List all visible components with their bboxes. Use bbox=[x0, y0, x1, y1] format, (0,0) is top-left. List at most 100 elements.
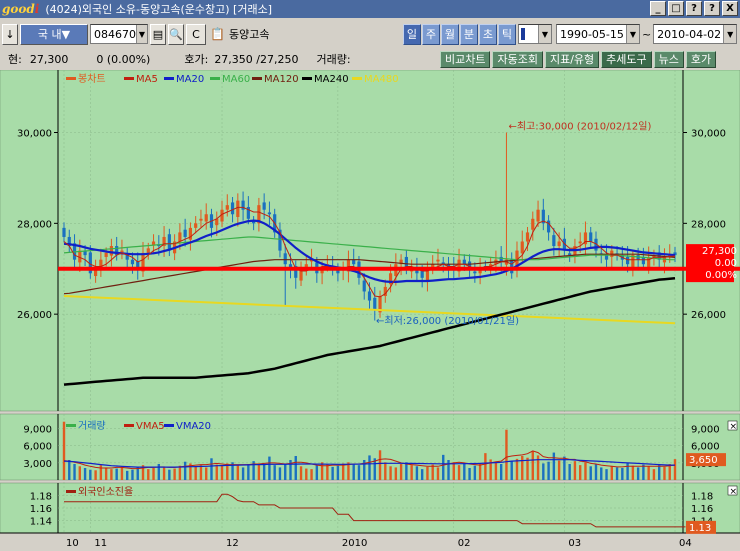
price-legend-label: 봉차트 bbox=[78, 73, 106, 85]
volume-bar bbox=[268, 456, 271, 480]
candle-body bbox=[194, 223, 198, 228]
x-month-label: 2010 bbox=[342, 538, 367, 549]
volume-bar bbox=[673, 459, 677, 480]
down-arrow-button[interactable]: ↓ bbox=[2, 23, 18, 45]
volume-legend-swatch bbox=[164, 424, 174, 427]
c-button[interactable]: C bbox=[186, 23, 206, 45]
volume-bar bbox=[584, 462, 587, 480]
price-legend-label: MA480 bbox=[364, 74, 399, 85]
tab-second[interactable]: 초 bbox=[478, 23, 497, 45]
tab-trend-tool[interactable]: 추세도구 bbox=[601, 50, 652, 68]
volume-bar bbox=[552, 452, 556, 480]
volume-bar bbox=[315, 465, 319, 480]
volume-bar bbox=[104, 467, 108, 480]
volume-bar bbox=[657, 465, 661, 480]
volume-bar bbox=[368, 455, 371, 480]
volume-bar bbox=[236, 465, 240, 480]
chevron-down-icon[interactable]: ▼ bbox=[136, 25, 147, 43]
search-icon[interactable]: 🔍 bbox=[168, 23, 184, 45]
volume-bar bbox=[573, 461, 577, 480]
foreign-legend-label: 외국인소진율 bbox=[78, 486, 133, 498]
volume-bar bbox=[631, 465, 635, 480]
candle-body bbox=[367, 291, 372, 301]
quote-row: 현: 27,300 0 (0.00%) 호가: 27,350 /27,250 거… bbox=[0, 50, 740, 68]
volume-tick-label-left: 9,000 bbox=[23, 425, 52, 436]
candle-body bbox=[473, 271, 477, 274]
market-select[interactable]: 국 내▼ bbox=[20, 23, 88, 45]
tab-indicator[interactable]: 지표/유형 bbox=[544, 50, 600, 68]
volume-bar bbox=[494, 461, 498, 480]
chevron-down-icon[interactable]: ▼ bbox=[625, 25, 639, 43]
volume-bar bbox=[468, 468, 471, 480]
start-date-input[interactable]: 1990-05-15 ▼ bbox=[555, 24, 640, 44]
chevron-down-icon[interactable]: ▼ bbox=[537, 25, 551, 43]
close-icon: × bbox=[730, 422, 738, 432]
help-button[interactable]: ? bbox=[686, 1, 702, 16]
volume-bar bbox=[120, 466, 124, 480]
grid-icon[interactable]: ▤ bbox=[150, 23, 166, 45]
volume-bar bbox=[110, 469, 113, 480]
candle-body bbox=[178, 232, 182, 242]
x-axis-band bbox=[0, 533, 740, 551]
period-count-input[interactable]: ▼ bbox=[517, 24, 552, 44]
current-value: 27,300 bbox=[29, 52, 69, 66]
tab-auto-query[interactable]: 자동조회 bbox=[492, 50, 543, 68]
tab-compare-chart[interactable]: 비교차트 bbox=[440, 50, 491, 68]
end-date-input[interactable]: 2010-04-02 ▼ bbox=[653, 24, 738, 44]
volume-bar bbox=[594, 464, 598, 480]
price-tick-label-left: 26,000 bbox=[17, 310, 52, 321]
tab-minute[interactable]: 분 bbox=[459, 23, 478, 45]
volume-bar bbox=[610, 466, 613, 480]
volume-bar bbox=[136, 467, 139, 480]
chevron-down-icon[interactable]: ▼ bbox=[723, 25, 737, 43]
volume-bar bbox=[478, 463, 482, 480]
candle-body bbox=[362, 280, 366, 292]
stock-chart[interactable]: 26,000 26,000 28,000 28,000 30,000 30,000 10 11… bbox=[0, 70, 740, 551]
candle-body bbox=[236, 200, 240, 217]
volume-bar bbox=[463, 462, 466, 480]
volume-bar bbox=[241, 467, 245, 480]
high-annotation: ←최고:30,000 (2010/02/12일) bbox=[508, 121, 651, 133]
candle-body bbox=[262, 202, 266, 210]
candle-body bbox=[62, 227, 66, 237]
volume-label: 거래량: bbox=[316, 53, 351, 66]
volume-last-label: 3,650 bbox=[689, 455, 718, 466]
close-button[interactable]: X bbox=[722, 1, 738, 16]
volume-bar bbox=[542, 463, 545, 480]
stock-name: 동양고속 bbox=[228, 28, 270, 41]
volume-bar bbox=[531, 450, 534, 480]
tab-day[interactable]: 일 bbox=[402, 23, 421, 45]
foreign-tick-label-right: 1.18 bbox=[691, 491, 713, 502]
volume-bar bbox=[426, 466, 429, 480]
minimize-button[interactable]: _ bbox=[650, 1, 666, 16]
candle-body bbox=[373, 297, 377, 310]
info-button[interactable]: ? bbox=[704, 1, 720, 16]
tab-month[interactable]: 월 bbox=[440, 23, 459, 45]
tab-news[interactable]: 뉴스 bbox=[653, 50, 684, 68]
price-legend-swatch bbox=[302, 77, 312, 80]
x-month-label: 11 bbox=[94, 538, 107, 549]
window-title: (4024)외국인 소유-동양고속(운수창고) [거래소] bbox=[45, 3, 272, 16]
app-logo: goodi bbox=[2, 2, 40, 16]
code-input[interactable]: 084670 ▼ bbox=[90, 24, 148, 44]
candle-body bbox=[199, 218, 203, 221]
volume-bar bbox=[389, 466, 392, 480]
tab-quote[interactable]: 호가 bbox=[685, 50, 717, 68]
last-price-label: 27,300 bbox=[702, 246, 737, 257]
price-legend-label: MA20 bbox=[176, 74, 204, 85]
candle-body bbox=[536, 209, 540, 222]
restore-button[interactable]: □ bbox=[668, 1, 684, 16]
volume-bar bbox=[162, 466, 166, 480]
volume-bar bbox=[215, 464, 218, 480]
candle-body bbox=[104, 252, 108, 257]
tab-tick[interactable]: 틱 bbox=[497, 23, 516, 45]
volume-bar bbox=[384, 462, 387, 480]
volume-bar bbox=[152, 468, 155, 480]
candle-body bbox=[183, 229, 187, 237]
tab-week[interactable]: 주 bbox=[421, 23, 440, 45]
price-legend-swatch bbox=[124, 77, 134, 80]
x-month-label: 12 bbox=[226, 538, 239, 549]
volume-bar bbox=[210, 458, 213, 480]
volume-legend-swatch bbox=[66, 424, 76, 427]
folder-icon: 📋 bbox=[210, 27, 225, 41]
